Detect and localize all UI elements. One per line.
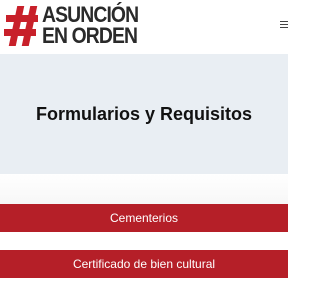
hamburger-menu-icon[interactable] [278, 18, 288, 30]
site-logo[interactable]: ASUNCIÓN EN ORDEN [4, 4, 154, 48]
logo-wordmark: ASUNCIÓN EN ORDEN [42, 4, 156, 48]
logo-line-2: EN ORDEN [42, 23, 138, 48]
site-header: ASUNCIÓN EN ORDEN [0, 0, 288, 52]
link-button-certificado-bien-cultural[interactable]: Certificado de bien cultural [0, 250, 288, 278]
link-button-cementerios[interactable]: Cementerios [0, 204, 288, 232]
page-title: Formularios y Requisitos [35, 104, 253, 124]
divider-fade [0, 174, 288, 204]
hashtag-icon [4, 4, 40, 48]
hero-banner: Formularios y Requisitos [0, 54, 288, 174]
